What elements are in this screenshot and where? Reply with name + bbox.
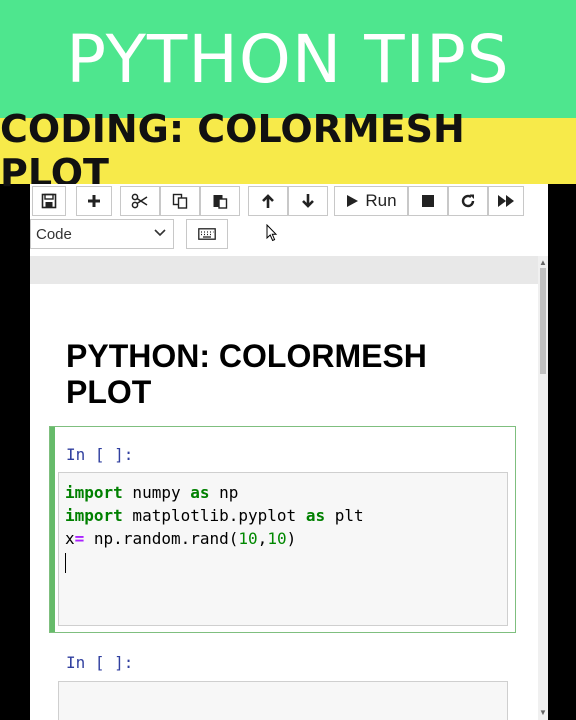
run-all-button[interactable] — [488, 186, 524, 216]
code-token: ) — [286, 529, 297, 548]
arrow-down-icon — [302, 194, 314, 208]
notebook-heading: PYTHON: COLORMESH PLOT — [66, 338, 427, 410]
fast-forward-icon — [498, 195, 514, 207]
code-token: numpy — [122, 483, 191, 502]
restart-icon — [461, 194, 475, 208]
scrollbar-thumb[interactable] — [540, 268, 546, 374]
scroll-up-arrow-icon[interactable]: ▲ — [539, 258, 547, 267]
banner-subtitle: CODING: COLORMESH PLOT — [0, 107, 465, 195]
banner-title: PYTHON TIPS — [66, 20, 510, 98]
code-token: 10 — [238, 529, 258, 548]
code-token: np.random.rand( — [84, 529, 239, 548]
play-icon — [347, 195, 359, 207]
toolbar: Run Code — [30, 184, 548, 256]
code-line: import numpy as np — [65, 481, 364, 504]
code-keyword: as — [305, 506, 326, 525]
code-text[interactable]: import numpy as np import matplotlib.pypl… — [65, 481, 364, 573]
insert-cell-button[interactable] — [76, 186, 112, 216]
code-token: , — [257, 529, 268, 548]
interrupt-button[interactable] — [408, 186, 448, 216]
move-up-button[interactable] — [248, 186, 288, 216]
mouse-cursor-icon — [266, 224, 278, 242]
code-token: plt — [325, 506, 364, 525]
code-token: 10 — [267, 529, 287, 548]
code-token: np — [209, 483, 239, 502]
cell-prompt: In [ ]: — [66, 445, 134, 464]
jupyter-window: Run Code ▲ ▼ PYTHON: COLORMESH PLOT In [… — [30, 184, 548, 720]
code-editor-empty[interactable] — [58, 681, 508, 720]
run-label: Run — [365, 191, 397, 210]
paste-icon — [213, 195, 228, 209]
stop-icon — [422, 195, 434, 207]
scissors-icon — [131, 193, 148, 209]
run-button[interactable]: Run — [334, 186, 408, 216]
cut-button[interactable] — [120, 186, 160, 216]
cell-prompt: In [ ]: — [66, 653, 134, 672]
copy-icon — [172, 193, 188, 209]
code-keyword: import — [65, 483, 123, 502]
save-button[interactable] — [32, 186, 66, 216]
scroll-down-arrow-icon[interactable]: ▼ — [539, 708, 547, 717]
paste-button[interactable] — [200, 186, 240, 216]
text-caret — [65, 552, 66, 573]
selected-cell-indicator — [50, 427, 55, 632]
banner-title-bar: PYTHON TIPS — [0, 0, 576, 118]
arrow-up-icon — [262, 194, 274, 208]
code-keyword: as — [190, 483, 210, 502]
header-shadow — [30, 256, 538, 285]
code-keyword: import — [65, 506, 123, 525]
chevron-down-icon — [154, 229, 166, 237]
keyboard-icon — [198, 228, 216, 240]
banner-subtitle-bar: CODING: COLORMESH PLOT — [0, 107, 576, 195]
code-token: x — [65, 529, 75, 548]
command-palette-button[interactable] — [186, 219, 228, 249]
plus-icon — [88, 195, 100, 207]
floppy-disk-icon — [41, 193, 57, 209]
code-line: x= np.random.rand(10,10) — [65, 527, 364, 550]
copy-button[interactable] — [160, 186, 200, 216]
code-token: = — [74, 529, 85, 548]
cell-type-select[interactable]: Code — [30, 219, 174, 249]
cell-type-value: Code — [36, 225, 72, 243]
move-down-button[interactable] — [288, 186, 328, 216]
code-line: import matplotlib.pyplot as plt — [65, 504, 364, 527]
code-token: matplotlib.pyplot — [122, 506, 306, 525]
code-editor[interactable]: import numpy as np import matplotlib.pypl… — [58, 472, 508, 626]
restart-button[interactable] — [448, 186, 488, 216]
